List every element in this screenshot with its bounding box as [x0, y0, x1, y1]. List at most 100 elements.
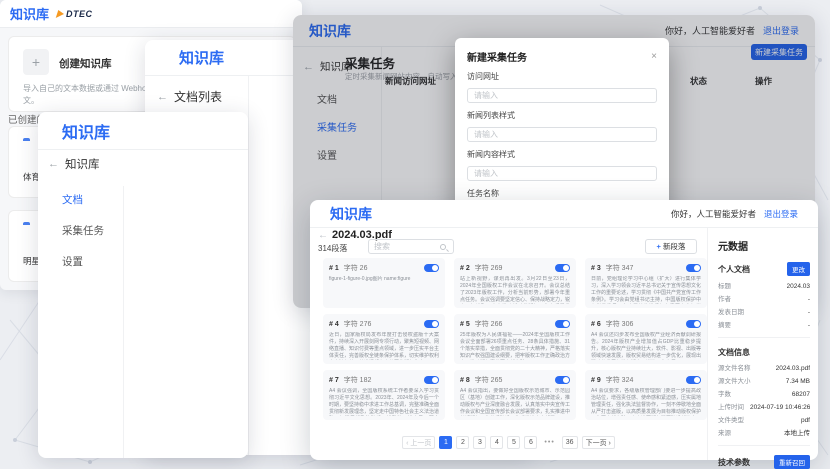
divider: [718, 445, 810, 446]
page-number[interactable]: 5: [507, 436, 520, 449]
greeting-text: 你好，人工智能爱好者: [671, 208, 756, 220]
back-label: 文档列表: [174, 88, 222, 105]
app-logo: 知识库: [10, 4, 49, 23]
arrow-left-icon: ←: [48, 158, 59, 170]
chunk-text: 站上新视野，谋划再出发。3月22日至23日，2024年全国版权工作会议在北京召开…: [460, 276, 570, 304]
page-number[interactable]: 36: [562, 436, 578, 449]
chunk-card[interactable]: # 3 字符 347 日前，党组理论学习中心组（扩大）进行集体学习，深入学习领会…: [585, 258, 707, 308]
chunk-enabled-toggle[interactable]: [424, 376, 439, 384]
chunk-enabled-toggle[interactable]: [686, 376, 701, 384]
meta-row: 发表日期-: [718, 306, 810, 316]
window-doc-viewer: 知识库 你好，人工智能爱好者 退出登录 ← 2024.03.pdf 314段落 …: [310, 200, 818, 460]
chunk-text: 日前，党组理论学习中心组（扩大）进行集体学习，深入学习领会习近平总书记关于宣传思…: [591, 276, 701, 304]
chunk-enabled-toggle[interactable]: [424, 320, 439, 328]
add-chunk-button[interactable]: + 新段落: [645, 239, 697, 254]
meta-row: 标题2024.03: [718, 280, 810, 290]
kb-header: 知识库: [38, 112, 248, 150]
plus-icon: +: [657, 242, 661, 251]
sidebar-divider: [123, 186, 124, 458]
url-field[interactable]: [467, 88, 657, 103]
page-number[interactable]: 4: [490, 436, 503, 449]
viewer-header: 知识库 你好，人工智能爱好者 退出登录: [310, 200, 818, 228]
personal-doc-rows: 标题2024.03作者-发表日期-摘要-: [718, 280, 810, 329]
sidebar-item[interactable]: 设置: [62, 254, 104, 269]
chunk-card[interactable]: # 4 字符 276 近日，国家版权局发布年度打击侵权盗版十大案件，持续深入开展…: [323, 314, 445, 364]
chunk-number: # 5: [460, 321, 470, 328]
chunk-enabled-toggle[interactable]: [686, 320, 701, 328]
chunk-enabled-toggle[interactable]: [686, 264, 701, 272]
metadata-title: 元数据: [718, 238, 810, 253]
search-icon: [440, 244, 446, 250]
chunk-text: 近日，国家版权局发布年度打击侵权盗版十大案件，持续深入开展剑网专项行动，聚焦短视…: [329, 332, 439, 360]
arrow-left-icon: ←: [157, 91, 168, 103]
sidebar-item[interactable]: 文档: [62, 192, 104, 207]
search-input[interactable]: [374, 242, 440, 251]
chunk-number: # 8: [460, 377, 470, 384]
arrow-left-icon[interactable]: ←: [318, 230, 328, 241]
chunk-card[interactable]: # 1 字符 26 figure-1-figure-0.jpg图片 name:f…: [323, 258, 445, 308]
chunk-char-count: 字符 276: [344, 319, 419, 329]
edit-meta-button[interactable]: 更改: [787, 262, 810, 276]
page-number[interactable]: •••: [541, 436, 557, 449]
chunk-card[interactable]: # 8 字符 265 A4 会议指出，要做好全国版权示范城市、示范园区（基地）创…: [454, 370, 576, 420]
chunk-number: # 4: [329, 321, 339, 328]
sidebar-item[interactable]: 采集任务: [62, 223, 104, 238]
chunk-enabled-toggle[interactable]: [555, 264, 570, 272]
logout-link[interactable]: 退出登录: [764, 208, 798, 220]
chunk-char-count: 字符 182: [344, 375, 419, 385]
chunk-card[interactable]: # 6 字符 306 A4 会议还同步发布全国版权产业经济贡献调研报告。2024…: [585, 314, 707, 364]
prev-page-button[interactable]: ‹ 上一页: [402, 436, 435, 449]
page-number[interactable]: 3: [473, 436, 486, 449]
chunk-grid: # 1 字符 26 figure-1-figure-0.jpg图片 name:f…: [323, 258, 707, 420]
chunk-number: # 6: [591, 321, 601, 328]
chunk-card[interactable]: # 2 字符 269 站上新视野，谋划再出发。3月22日至23日，2024年全国…: [454, 258, 576, 308]
chunk-number: # 1: [329, 265, 339, 272]
field-label-list-style: 新闻列表样式: [467, 110, 657, 121]
divider: [718, 337, 810, 338]
chunk-char-count: 字符 324: [606, 375, 681, 385]
chunk-text: A4 会议还同步发布全国版权产业经济贡献调研报告。2024年版权产业增加值占GD…: [591, 332, 701, 360]
metadata-sidebar: 元数据 个人文档 更改 标题2024.03作者-发表日期-摘要- 文档信息 源文…: [707, 228, 818, 460]
chunk-char-count: 字符 266: [475, 319, 550, 329]
chunk-char-count: 字符 269: [475, 263, 550, 273]
meta-row: 摘要-: [718, 319, 810, 329]
chunk-enabled-toggle[interactable]: [555, 376, 570, 384]
chunk-char-count: 字符 306: [606, 319, 681, 329]
page-number[interactable]: 1: [439, 436, 452, 449]
back-doclist[interactable]: ← 文档列表: [157, 88, 222, 105]
tech-params-heading: 技术参数: [718, 457, 750, 468]
list-style-field[interactable]: [467, 127, 657, 142]
modal-title: 新建采集任务: [467, 49, 527, 64]
page-number[interactable]: 6: [524, 436, 537, 449]
close-icon[interactable]: ×: [651, 51, 657, 62]
back-kb[interactable]: ← 知识库: [48, 156, 100, 172]
chunk-number: # 7: [329, 377, 339, 384]
chunk-card[interactable]: # 9 字符 324 A4 会议要求，各级版权管理部门要进一步提高政治站位，增强…: [585, 370, 707, 420]
plus-icon: +: [23, 49, 49, 75]
personal-doc-heading: 个人文档: [718, 264, 750, 275]
window-kb-detail: 知识库 ← 知识库 文档采集任务设置: [38, 112, 248, 458]
app-logo: 知识库: [62, 119, 110, 143]
doc-info-heading: 文档信息: [718, 347, 750, 358]
doc-info-rows: 源文件名称2024.03.pdf源文件大小7.34 MB字数68207上传时间2…: [718, 362, 810, 437]
screen: 知识库 DTEC + 创建知识库 导入自己的文本数据或通过 Webhook实时写…: [0, 0, 830, 469]
back-label: 知识库: [65, 156, 100, 172]
chunk-enabled-toggle[interactable]: [555, 320, 570, 328]
user-box: 你好，人工智能爱好者 退出登录: [671, 208, 798, 220]
field-label-url: 访问网址: [467, 71, 657, 82]
content-style-field[interactable]: [467, 166, 657, 181]
chunk-text: 25年版权为人民谋福祉——2024年全国版权工作会议全面部署26项重点任务、28…: [460, 332, 570, 360]
chunk-number: # 3: [591, 265, 601, 272]
meta-row: 文件类型pdf: [718, 414, 810, 424]
meta-row: 来源本地上传: [718, 427, 810, 437]
chunk-card[interactable]: # 7 字符 182 A4 会议强调，全国版权系统工作者要深入学习贯彻习近平文化…: [323, 370, 445, 420]
chunk-card[interactable]: # 5 字符 266 25年版权为人民谋福祉——2024年全国版权工作会议全面部…: [454, 314, 576, 364]
chunk-text: A4 会议要求，各级版权管理部门要进一步提高政治站位，增强责任感、使命感和紧迫感…: [591, 388, 701, 416]
meta-row: 源文件大小7.34 MB: [718, 375, 810, 385]
recall-button[interactable]: 重新召回: [774, 455, 810, 469]
chunk-count: 314段落: [318, 243, 347, 254]
chunk-char-count: 字符 26: [344, 263, 419, 273]
next-page-button[interactable]: 下一页 ›: [582, 436, 615, 449]
chunk-enabled-toggle[interactable]: [424, 264, 439, 272]
page-number[interactable]: 2: [456, 436, 469, 449]
